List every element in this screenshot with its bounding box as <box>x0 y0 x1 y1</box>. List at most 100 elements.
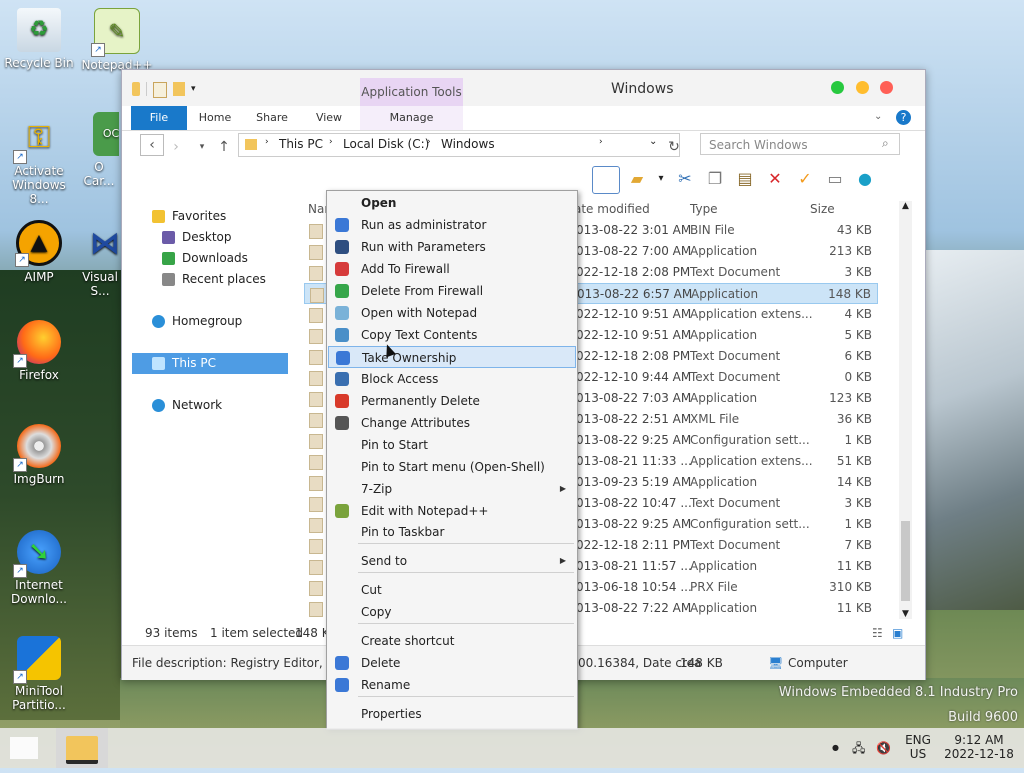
menu-item-delete[interactable]: Delete <box>328 652 576 674</box>
menu-item-run-as-administrator[interactable]: Run as administrator <box>328 214 576 236</box>
column-header-date[interactable]: ate modified <box>574 198 650 220</box>
refresh-button[interactable]: ↻ <box>664 137 684 157</box>
scrollbar-thumb[interactable] <box>901 521 910 601</box>
tab-manage[interactable]: Manage <box>360 106 463 130</box>
recent-locations-button[interactable]: ▾ <box>192 137 212 157</box>
menu-item-label: Copy <box>361 605 392 619</box>
menu-item-copy[interactable]: Copy <box>328 601 576 623</box>
back-button[interactable]: ‹ <box>140 134 164 156</box>
nav-favorites[interactable]: Favorites <box>152 206 226 227</box>
menu-item-copy-text-contents[interactable]: Copy Text Contents <box>328 324 576 346</box>
file-icon <box>309 245 323 260</box>
start-button[interactable] <box>10 737 38 759</box>
tray-dot-icon[interactable]: ● <box>832 728 839 768</box>
menu-item-block-access[interactable]: Block Access <box>328 368 576 390</box>
up-button[interactable]: ↑ <box>214 137 234 157</box>
menu-item-take-ownership[interactable]: Take Ownership <box>328 346 576 368</box>
menu-item-pin-to-start-menu-open-shell[interactable]: Pin to Start menu (Open-Shell) <box>328 456 576 478</box>
menu-item-delete-from-firewall[interactable]: Delete From Firewall <box>328 280 576 302</box>
details-view-icon[interactable]: ☷ <box>872 622 883 644</box>
chevron-down-icon[interactable]: ▾ <box>654 166 668 192</box>
large-icons-view-icon[interactable]: ▣ <box>892 622 903 644</box>
nav-this-pc[interactable]: This PC <box>132 353 288 374</box>
delete-icon[interactable]: ✕ <box>762 166 788 192</box>
chevron-down-icon[interactable]: ▾ <box>191 82 205 96</box>
checkmark-icon[interactable]: ✓ <box>792 166 818 192</box>
breadcrumb-windows[interactable]: Windows <box>441 137 495 151</box>
input-language[interactable]: ENG US <box>900 728 936 773</box>
desktop-icon-label: MiniTool Partitio... <box>12 684 66 712</box>
desktop-icon-firefox[interactable]: ↗ Firefox <box>1 320 77 382</box>
cell-date: 013-08-22 9:25 AM <box>576 517 692 531</box>
vertical-scrollbar[interactable]: ▲ ▼ <box>899 201 912 619</box>
desktop-icon-internet-download[interactable]: ➘ ↗ Internet Downlo... <box>1 530 77 606</box>
rename-icon[interactable]: ▭ <box>822 166 848 192</box>
scroll-up-icon[interactable]: ▲ <box>902 201 909 211</box>
menu-item-edit-with-notepad[interactable]: Edit with Notepad++ <box>328 500 576 522</box>
scroll-down-icon[interactable]: ▼ <box>902 609 909 619</box>
menu-item-rename[interactable]: Rename <box>328 674 576 696</box>
nav-homegroup[interactable]: Homegroup <box>152 311 242 332</box>
tab-share[interactable]: Share <box>248 106 296 130</box>
address-dropdown-icon[interactable]: ⌄ <box>649 136 657 147</box>
help-icon[interactable]: ? <box>896 110 911 125</box>
desktop-icon-label: Internet Downlo... <box>11 578 67 606</box>
ribbon-expand-icon[interactable]: ⌄ <box>874 111 882 122</box>
tab-home[interactable]: Home <box>192 106 238 130</box>
cell-type: Configuration sett... <box>690 433 810 447</box>
desktop-icon-imgburn[interactable]: ↗ ImgBurn <box>1 424 77 486</box>
menu-item-open-with-notepad[interactable]: Open with Notepad <box>328 302 576 324</box>
forward-button[interactable]: › <box>166 137 186 157</box>
desktop-icon-o-car[interactable]: OC O Car... <box>79 112 119 188</box>
tab-file[interactable]: File <box>131 106 187 130</box>
cell-size: 36 KB <box>836 412 872 426</box>
desktop-icon-notepadpp[interactable]: ✎ ↗ Notepad++ <box>79 8 155 72</box>
desktop-icon-minitool[interactable]: ↗ MiniTool Partitio... <box>1 636 77 712</box>
maximize-button[interactable] <box>831 81 844 94</box>
new-folder-icon[interactable]: ▰ <box>624 166 650 192</box>
desktop-icon-visual-studio[interactable]: ⋈ Visual S... <box>79 222 121 298</box>
menu-item-pin-to-taskbar[interactable]: Pin to Taskbar <box>328 521 576 543</box>
menu-item-open[interactable]: Open <box>328 192 576 214</box>
address-bar[interactable]: › This PC › Local Disk (C:) › Windows › … <box>238 133 680 157</box>
menu-item-label: Delete From Firewall <box>361 284 484 298</box>
menu-item-properties[interactable]: Properties <box>328 703 576 725</box>
taskbar-file-explorer[interactable] <box>56 728 108 768</box>
menu-item-change-attributes[interactable]: Change Attributes <box>328 412 576 434</box>
nav-desktop[interactable]: Desktop <box>162 227 232 248</box>
copy-icon[interactable]: ❐ <box>702 166 728 192</box>
preview-pane-icon[interactable] <box>592 166 620 194</box>
menu-item-permanently-delete[interactable]: Permanently Delete <box>328 390 576 412</box>
cut-icon[interactable]: ✂ <box>672 166 698 192</box>
new-folder-icon[interactable] <box>173 82 185 96</box>
breadcrumb-local-disk[interactable]: Local Disk (C:) <box>343 137 429 151</box>
desktop-icon-aimp[interactable]: ▲ ↗ AIMP <box>1 220 77 284</box>
folder-icon[interactable] <box>132 82 140 96</box>
search-input[interactable]: Search Windows <box>700 133 900 155</box>
menu-item-7-zip[interactable]: 7-Zip ▶ <box>328 478 576 500</box>
network-icon[interactable]: 🖧 <box>852 728 865 768</box>
nav-network[interactable]: Network <box>152 395 222 416</box>
minimize-button[interactable] <box>856 81 869 94</box>
volume-muted-icon[interactable]: 🔇 <box>876 728 891 768</box>
globe-icon[interactable]: ● <box>852 166 878 192</box>
menu-item-pin-to-start[interactable]: Pin to Start <box>328 434 576 456</box>
desktop-icon-recycle-bin[interactable]: ♻ Recycle Bin <box>1 8 77 70</box>
nav-recent-places[interactable]: Recent places <box>162 269 266 290</box>
download-manager-icon: ➘ ↗ <box>13 530 61 578</box>
column-header-type[interactable]: Type <box>690 198 718 220</box>
breadcrumb-this-pc[interactable]: This PC <box>279 137 323 151</box>
close-button[interactable] <box>880 81 893 94</box>
menu-item-run-with-parameters[interactable]: Run with Parameters <box>328 236 576 258</box>
tab-view[interactable]: View <box>306 106 352 130</box>
menu-item-create-shortcut[interactable]: Create shortcut <box>328 630 576 652</box>
menu-item-add-to-firewall[interactable]: Add To Firewall <box>328 258 576 280</box>
paste-icon[interactable]: ▤ <box>732 166 758 192</box>
properties-icon[interactable] <box>153 82 167 98</box>
nav-downloads[interactable]: Downloads <box>162 248 248 269</box>
clock[interactable]: 9:12 AM 2022-12-18 <box>944 728 1014 773</box>
desktop-icon-activate[interactable]: ⚿ ↗ Activate Windows 8... <box>1 116 77 206</box>
menu-item-cut[interactable]: Cut <box>328 579 576 601</box>
column-header-size[interactable]: Size <box>810 198 835 220</box>
menu-item-send-to[interactable]: Send to ▶ <box>328 550 576 572</box>
